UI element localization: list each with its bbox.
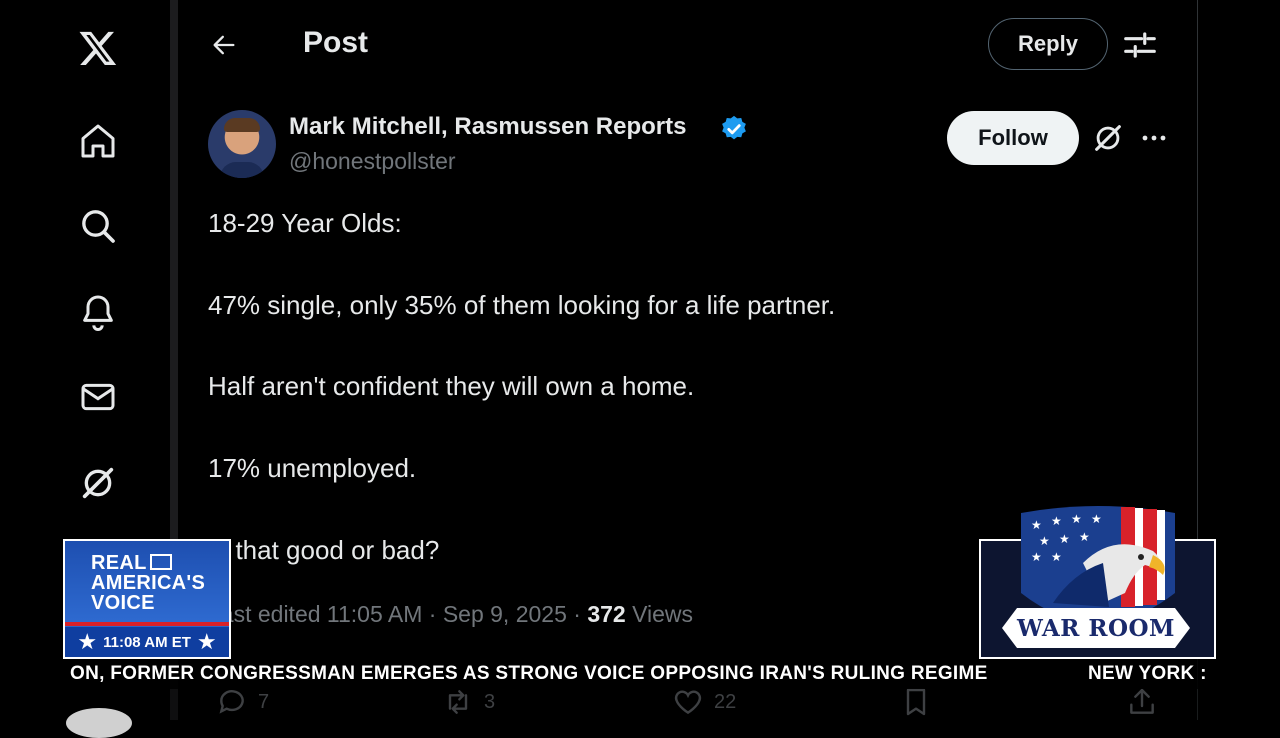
author-handle[interactable]: @honestpollster	[289, 148, 456, 175]
svg-text:★: ★	[1031, 550, 1042, 564]
views-label: Views	[625, 601, 694, 627]
star-icon: ★	[196, 629, 217, 654]
svg-text:★: ★	[1059, 532, 1070, 546]
follow-button[interactable]: Follow	[947, 111, 1079, 165]
real-americas-voice-logo: REAL AMERICA'S VOICE ★ 11:08 AM ET ★	[63, 539, 231, 659]
settings-sliders-icon[interactable]	[1121, 26, 1159, 64]
flag-icon	[150, 554, 172, 570]
rav-logo-line: VOICE	[91, 592, 155, 614]
svg-text:★: ★	[1079, 530, 1090, 544]
svg-text:★: ★	[1051, 514, 1062, 528]
post-text-line: 17% unemployed.	[208, 453, 417, 483]
reply-button[interactable]: Reply	[988, 18, 1108, 70]
post-meta: Last edited 11:05 AM · Sep 9, 2025 · 372…	[208, 601, 693, 628]
author-avatar[interactable]	[208, 110, 276, 178]
mail-icon[interactable]	[74, 373, 122, 421]
page-title: Post	[303, 26, 369, 59]
account-avatar[interactable]	[66, 708, 132, 738]
star-icon: ★	[77, 629, 98, 654]
rav-time-bar: ★ 11:08 AM ET ★	[65, 627, 229, 657]
ticker-next-headline: NEW YORK :	[1088, 663, 1207, 684]
more-options-icon[interactable]	[1139, 124, 1169, 152]
svg-text:★: ★	[1031, 518, 1042, 532]
bell-icon[interactable]	[74, 288, 122, 336]
broadcast-time: 11:08 AM ET	[103, 633, 191, 651]
svg-text:★: ★	[1051, 550, 1062, 564]
post-text-line: Half aren't confident they will own a ho…	[208, 371, 695, 401]
author-name[interactable]: Mark Mitchell, Rasmussen Reports	[289, 113, 686, 141]
svg-text:★: ★	[1091, 512, 1102, 526]
x-logo-icon[interactable]	[74, 24, 122, 72]
search-icon[interactable]	[74, 202, 122, 250]
post-text-line: 18-29 Year Olds:	[208, 208, 402, 238]
news-ticker: ON, FORMER CONGRESSMAN EMERGES AS STRONG…	[0, 659, 1280, 689]
home-icon[interactable]	[74, 117, 122, 165]
ticker-headline: ON, FORMER CONGRESSMAN EMERGES AS STRONG…	[70, 663, 988, 684]
post-text-line: 47% single, only 35% of them looking for…	[208, 290, 836, 320]
grok-icon[interactable]	[74, 459, 122, 507]
svg-text:★: ★	[1071, 512, 1082, 526]
svg-text:★: ★	[1039, 534, 1050, 548]
views-count: 372	[587, 601, 626, 627]
rav-red-stripe	[65, 622, 229, 626]
grok-explain-icon[interactable]	[1091, 121, 1125, 155]
post-text-line: Is that good or bad?	[208, 535, 440, 565]
verified-badge-icon	[719, 114, 749, 144]
rav-logo-line: AMERICA'S	[91, 572, 206, 594]
war-room-label: WAR ROOM	[1002, 608, 1190, 648]
post-timestamp[interactable]: Last edited 11:05 AM · Sep 9, 2025 ·	[208, 601, 587, 627]
back-arrow-icon[interactable]	[204, 25, 244, 65]
